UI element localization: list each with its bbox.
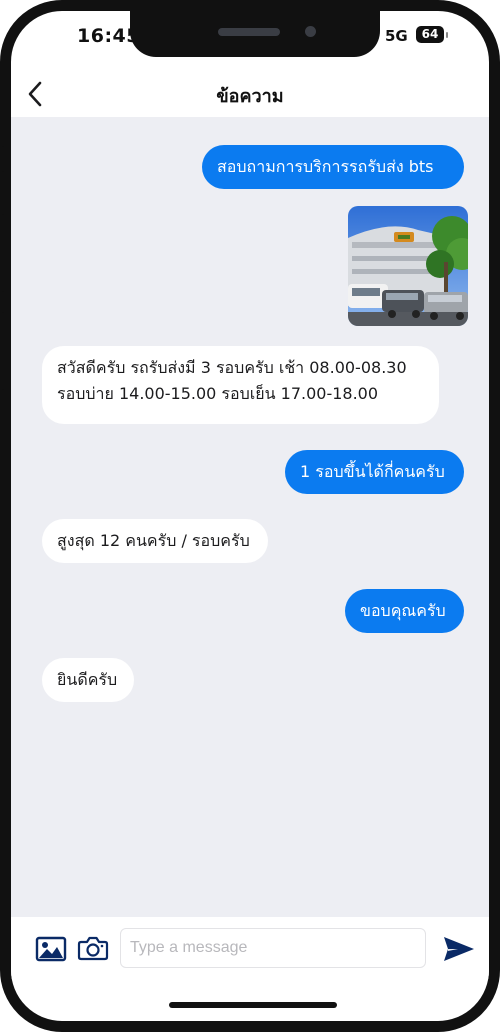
- message-input[interactable]: [120, 928, 426, 968]
- volume-up-button: [0, 214, 4, 292]
- navigation-bar: ข้อความ: [11, 69, 489, 117]
- send-button[interactable]: [442, 934, 476, 964]
- message-composer: [11, 917, 489, 979]
- photo-thumbnail: [348, 206, 468, 326]
- message-outgoing[interactable]: ขอบคุณครับ: [345, 589, 464, 633]
- camera-button[interactable]: [77, 934, 109, 962]
- front-camera: [305, 26, 316, 37]
- speaker-grille: [218, 28, 280, 36]
- status-bar: 16:45 5G 64: [11, 11, 489, 69]
- chat-thread[interactable]: สอบถามการบริการรถรับส่ง bts สวัสดีครับ ร…: [11, 117, 489, 917]
- gallery-button[interactable]: [35, 935, 67, 963]
- message-outgoing[interactable]: 1 รอบขึ้นได้กี่คนครับ: [285, 450, 464, 494]
- notch: [130, 11, 380, 57]
- image-message[interactable]: [348, 206, 468, 326]
- send-icon: [444, 937, 474, 961]
- image-gallery-icon: [35, 936, 67, 962]
- page-title: ข้อความ: [216, 86, 284, 107]
- phone-frame: 16:45 5G 64 ข้อความ สอบถามการบริการรถรับ…: [0, 0, 500, 1032]
- message-outgoing[interactable]: สอบถามการบริการรถรับส่ง bts: [202, 145, 464, 189]
- volume-down-button: [0, 312, 4, 390]
- message-incoming[interactable]: ยินดีครับ: [42, 658, 134, 702]
- camera-icon: [77, 936, 109, 961]
- home-indicator[interactable]: [169, 1002, 337, 1008]
- mute-switch: [0, 146, 4, 172]
- battery-icon: 64: [416, 26, 448, 43]
- network-indicator: 5G: [385, 27, 408, 45]
- message-incoming[interactable]: สูงสุด 12 คนครับ / รอบครับ: [42, 519, 268, 563]
- message-incoming[interactable]: สวัสดีครับ รถรับส่งมี 3 รอบครับ เช้า 08.…: [42, 346, 439, 424]
